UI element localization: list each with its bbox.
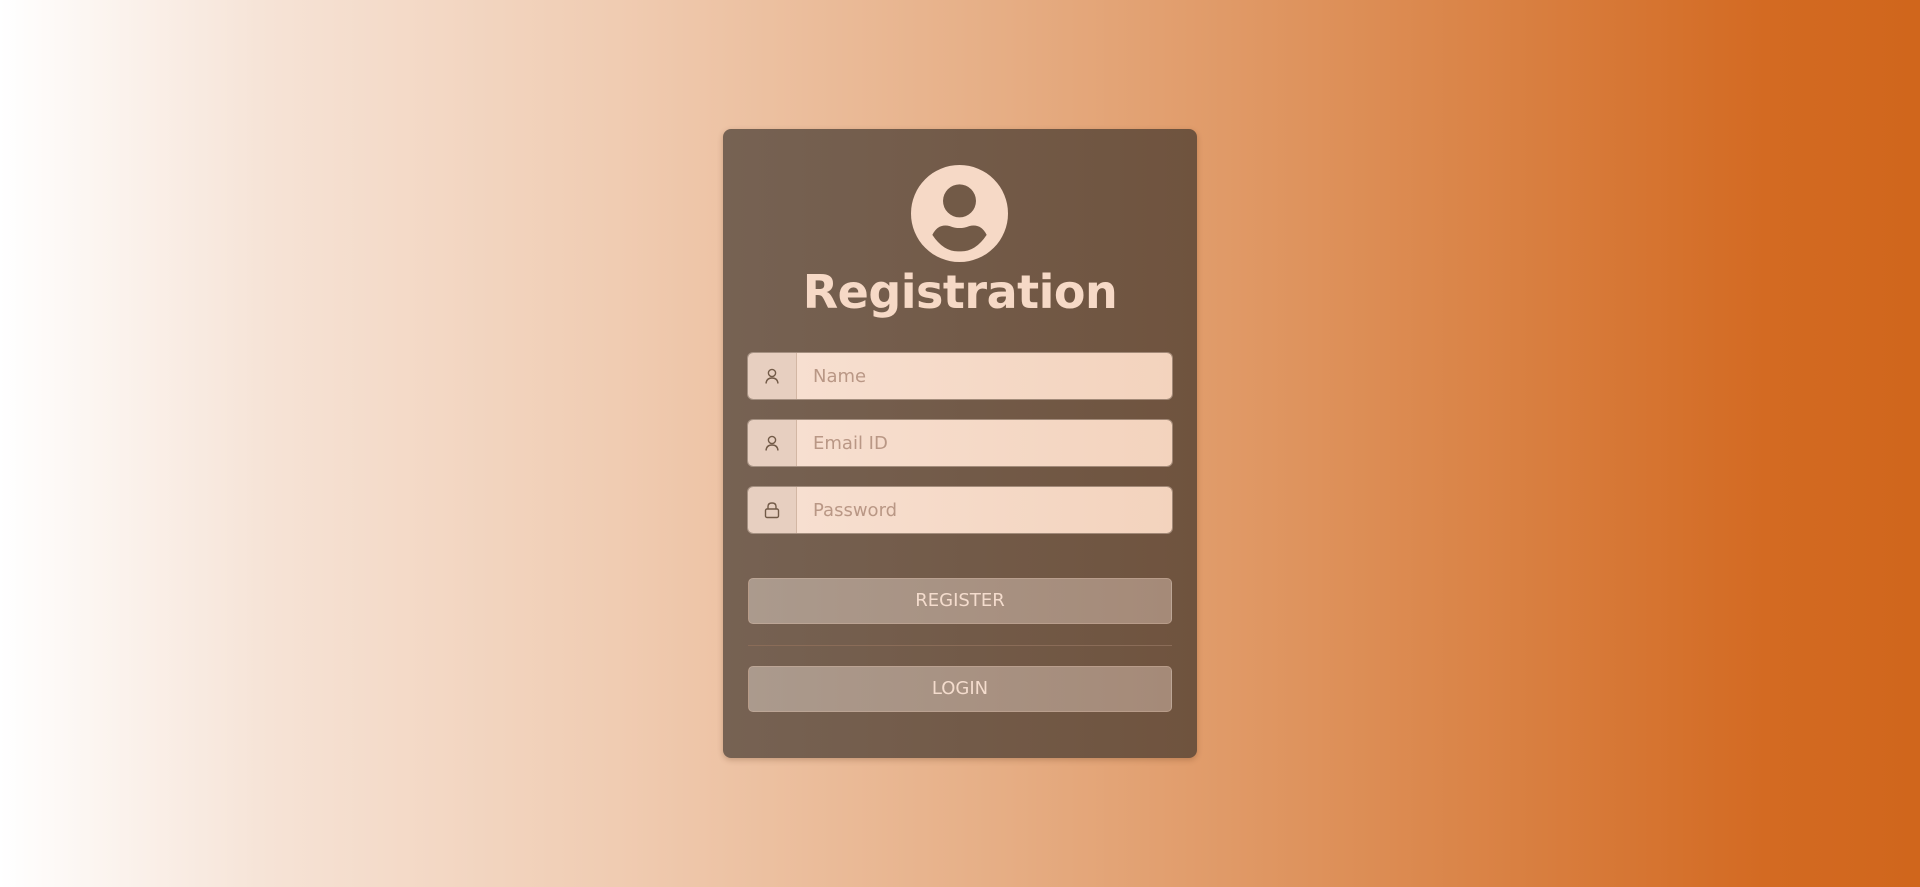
register-button[interactable]: REGISTER (748, 578, 1172, 624)
user-circle-icon (911, 165, 1008, 262)
user-icon (748, 353, 797, 399)
user-icon (748, 420, 797, 466)
email-input[interactable] (797, 420, 1172, 466)
lock-icon (748, 487, 797, 533)
login-button[interactable]: LOGIN (748, 666, 1172, 712)
password-field-group (748, 487, 1172, 533)
name-input[interactable] (797, 353, 1172, 399)
page-title: Registration (802, 265, 1118, 319)
divider (748, 645, 1172, 646)
password-input[interactable] (797, 487, 1172, 533)
email-field-group (748, 420, 1172, 466)
name-field-group (748, 353, 1172, 399)
registration-card: Registration REGISTER LOGIN (723, 129, 1197, 758)
